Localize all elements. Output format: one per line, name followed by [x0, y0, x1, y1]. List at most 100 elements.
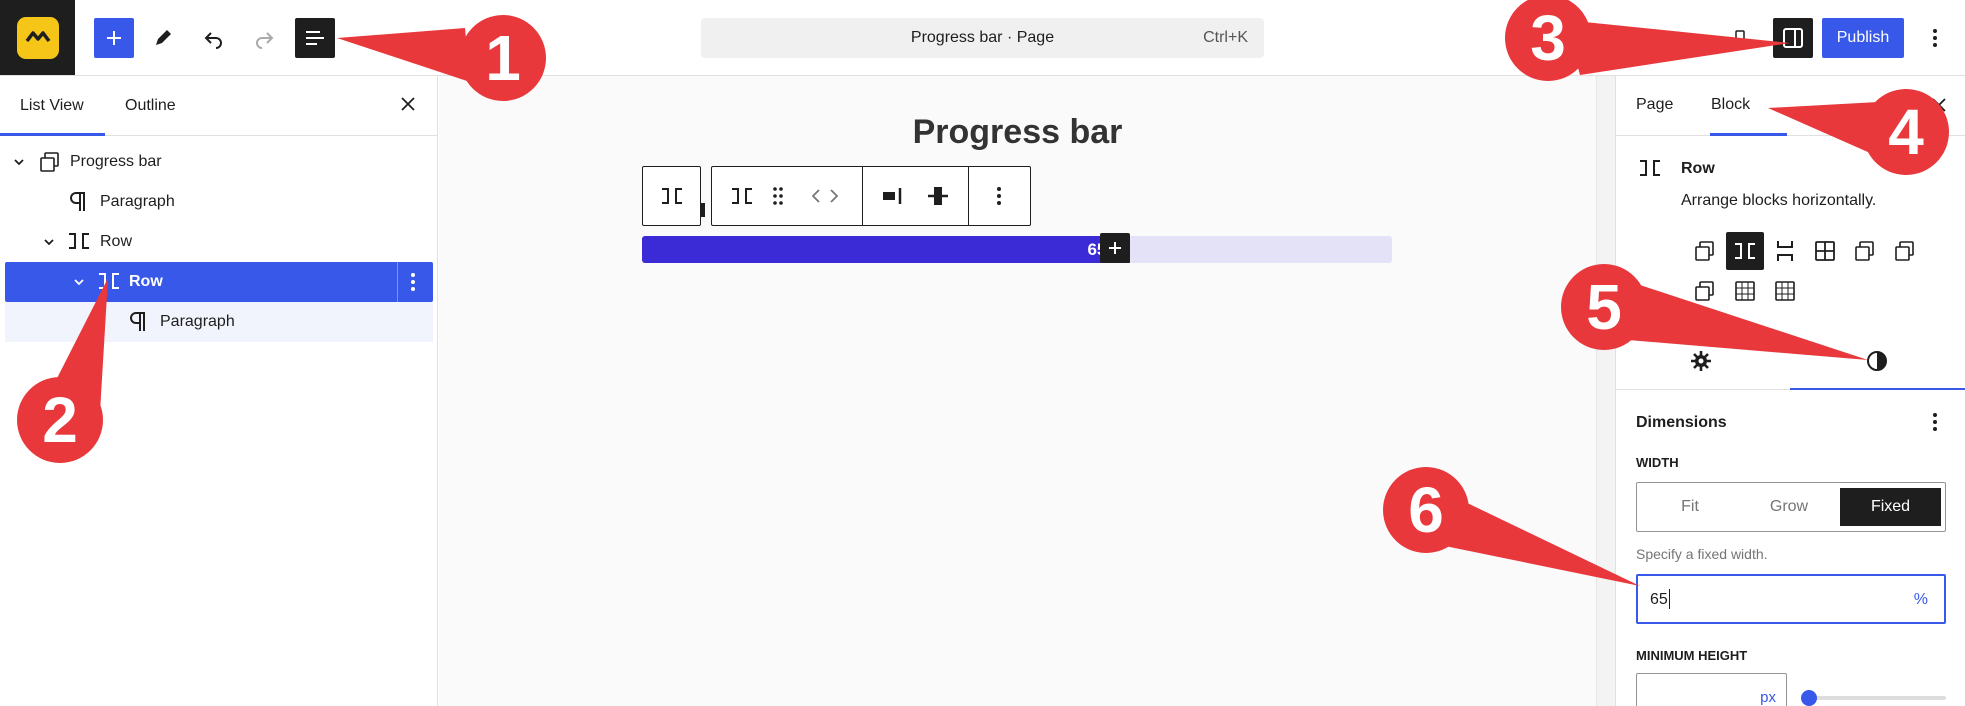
- plus-icon: [107, 31, 121, 45]
- tab-block[interactable]: Block: [1711, 96, 1750, 114]
- block-card-title: Row: [1681, 160, 1715, 177]
- command-palette-button[interactable]: Progress bar · Page Ctrl+K: [701, 18, 1264, 58]
- tab-outline[interactable]: Outline: [125, 97, 176, 115]
- row-icon[interactable]: [730, 186, 754, 206]
- chevron-down-icon[interactable]: [43, 236, 55, 248]
- progress-bar-fill[interactable]: 65%: [642, 236, 1130, 263]
- add-block-button[interactable]: [94, 18, 134, 58]
- editor-app: Progress bar · Page Ctrl+K Publish List …: [0, 0, 1965, 706]
- pilcrow-icon: [69, 191, 87, 213]
- min-height-slider-thumb[interactable]: [1801, 690, 1817, 706]
- pattern-icon: [1855, 241, 1874, 261]
- redo-button[interactable]: [244, 18, 284, 58]
- width-option-fit[interactable]: Fit: [1642, 488, 1738, 526]
- width-label: WIDTH: [1636, 455, 1679, 470]
- min-height-label: MINIMUM HEIGHT: [1636, 648, 1748, 663]
- variation-group[interactable]: [1686, 232, 1724, 270]
- active-tab-indicator: [1710, 133, 1787, 136]
- toolbar-divider: [968, 167, 969, 225]
- list-view-toggle-button[interactable]: [295, 18, 335, 58]
- width-help-text: Specify a fixed width.: [1636, 546, 1768, 562]
- chevron-down-icon[interactable]: [73, 276, 85, 288]
- row-icon: [1735, 243, 1755, 259]
- undo-button[interactable]: [194, 18, 234, 58]
- width-option-fixed[interactable]: Fixed: [1840, 488, 1941, 526]
- row-icon: [1638, 158, 1662, 178]
- list-item-row-selected[interactable]: Row: [5, 262, 433, 302]
- chevron-down-icon[interactable]: [13, 156, 25, 168]
- close-icon: [401, 97, 415, 111]
- progress-bar-track[interactable]: 65%: [642, 233, 1392, 263]
- variation-table-a[interactable]: [1726, 272, 1764, 310]
- row-icon: [660, 186, 684, 206]
- list-view-panel: List View Outline Progress bar Paragraph…: [0, 76, 438, 706]
- close-list-view-button[interactable]: [396, 92, 420, 116]
- plus-icon: [1109, 242, 1121, 254]
- min-height-slider-track[interactable]: [1806, 696, 1946, 700]
- width-segmented-control: Fit Grow Fixed: [1636, 482, 1946, 532]
- list-item-row[interactable]: Row: [5, 222, 433, 262]
- fixed-width-input[interactable]: 65 %: [1636, 574, 1946, 624]
- align-center-vertical-icon[interactable]: [926, 185, 950, 207]
- variation-pattern-b[interactable]: [1886, 232, 1924, 270]
- left-panel-tabs: List View Outline: [0, 76, 437, 136]
- preview-button[interactable]: [1720, 18, 1760, 58]
- add-block-inline-button[interactable]: [1100, 233, 1130, 263]
- active-subtab-indicator: [1790, 388, 1965, 390]
- settings-sidebar-toggle-button[interactable]: [1773, 18, 1813, 58]
- variation-grid[interactable]: [1806, 232, 1844, 270]
- tree-label: Row: [100, 233, 133, 250]
- list-view-icon: [306, 31, 324, 45]
- toolbar-connector: [701, 203, 705, 217]
- tree-label: Row: [129, 273, 163, 290]
- justify-right-icon[interactable]: [880, 187, 904, 205]
- page-title[interactable]: Progress bar: [439, 113, 1596, 152]
- more-vertical-icon[interactable]: [410, 272, 416, 292]
- close-icon[interactable]: [1932, 98, 1946, 112]
- canvas-scrollbar[interactable]: [1596, 76, 1615, 706]
- grid-icon: [1815, 241, 1835, 261]
- row-icon: [67, 231, 91, 251]
- styles-contrast-icon[interactable]: [1866, 350, 1888, 372]
- pilcrow-icon: [129, 311, 147, 333]
- width-unit-select[interactable]: %: [1914, 591, 1928, 609]
- document-title: Progress bar · Page: [910, 29, 1055, 46]
- logo-icon: [16, 16, 59, 59]
- min-height-unit-select[interactable]: px: [1760, 689, 1776, 706]
- pattern-icon: [1695, 281, 1714, 301]
- list-item-paragraph-child[interactable]: Paragraph: [5, 302, 433, 342]
- block-card-description: Arrange blocks horizontally.: [1681, 192, 1877, 209]
- active-tab-indicator: [0, 133, 105, 136]
- variation-row[interactable]: [1726, 232, 1764, 270]
- block-parent-selector[interactable]: [642, 166, 701, 226]
- list-item-paragraph[interactable]: Paragraph: [5, 182, 433, 222]
- variation-pattern-a[interactable]: [1846, 232, 1884, 270]
- redo-icon: [256, 32, 274, 49]
- divider: [397, 262, 398, 302]
- tab-list-view[interactable]: List View: [20, 97, 84, 115]
- device-icon: [1735, 30, 1745, 46]
- variation-table-b[interactable]: [1766, 272, 1804, 310]
- settings-gear-icon[interactable]: [1690, 350, 1712, 372]
- more-vertical-icon[interactable]: [996, 186, 1002, 206]
- site-logo-button[interactable]: [0, 0, 75, 75]
- move-left-right-icon[interactable]: [810, 187, 840, 205]
- width-option-grow[interactable]: Grow: [1740, 488, 1838, 526]
- min-height-input[interactable]: px: [1636, 673, 1787, 706]
- toolbar-divider: [862, 167, 863, 225]
- list-item-progress-bar[interactable]: Progress bar: [5, 142, 433, 182]
- more-vertical-icon[interactable]: [1932, 412, 1938, 432]
- sidebar-tabs: Page Block: [1616, 76, 1965, 136]
- variation-pattern-c[interactable]: [1686, 272, 1724, 310]
- tools-button[interactable]: [143, 18, 183, 58]
- table-icon: [1775, 281, 1795, 301]
- undo-icon: [204, 32, 222, 49]
- table-icon: [1735, 281, 1755, 301]
- pencil-icon: [156, 30, 171, 45]
- publish-button[interactable]: Publish: [1822, 18, 1904, 58]
- fixed-width-value: 65: [1650, 591, 1668, 608]
- options-menu-button[interactable]: [1915, 18, 1955, 58]
- tab-page[interactable]: Page: [1636, 96, 1673, 114]
- drag-handle-icon[interactable]: [772, 186, 784, 206]
- variation-stack[interactable]: [1766, 232, 1804, 270]
